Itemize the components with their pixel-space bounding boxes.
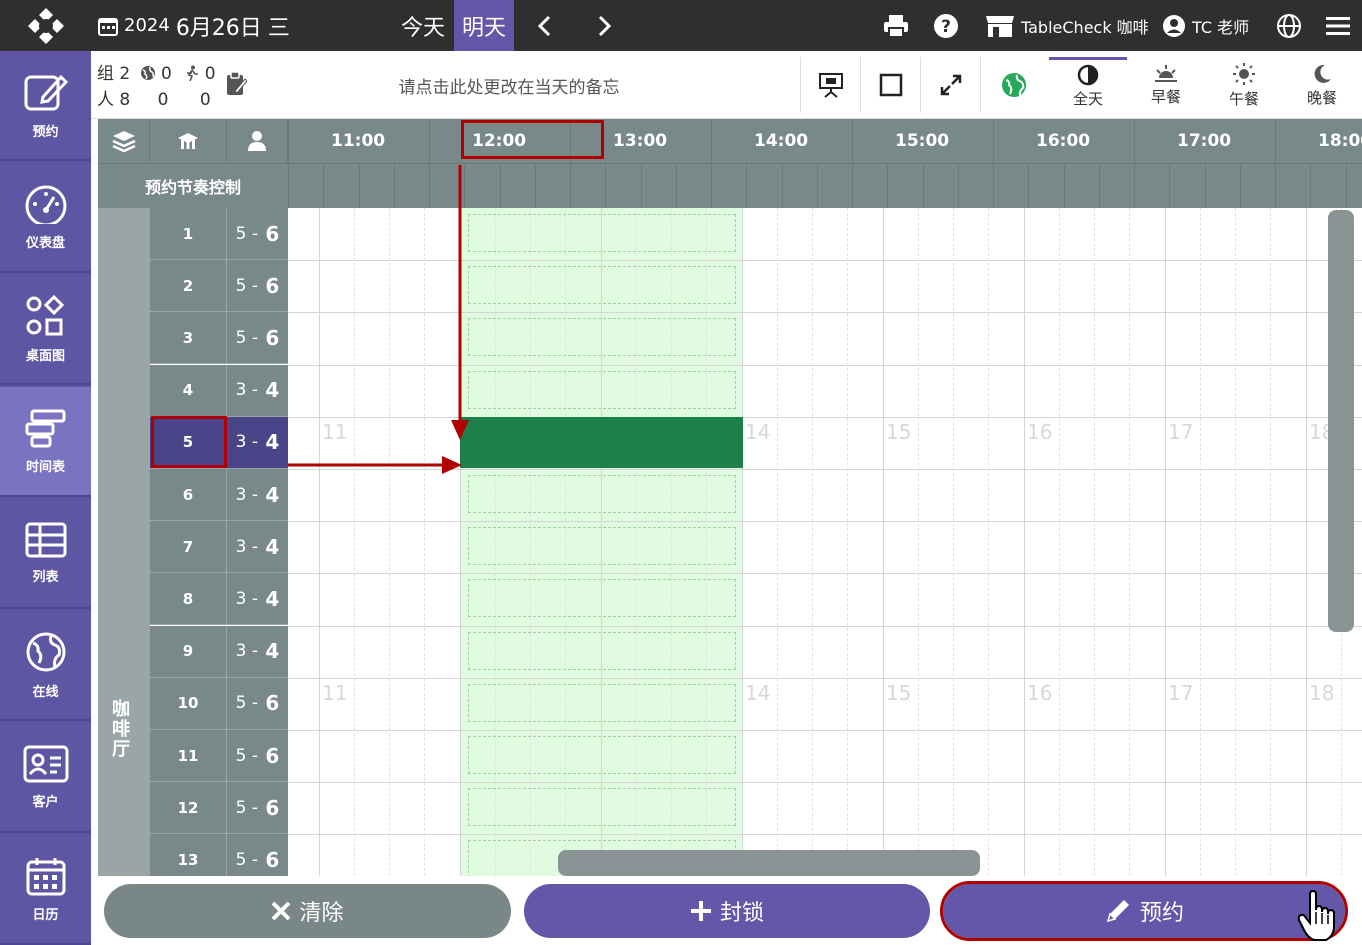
- block-button[interactable]: 封锁: [524, 884, 930, 938]
- clear-button[interactable]: 清除: [104, 884, 511, 938]
- plus-icon: [690, 901, 711, 921]
- hand-cursor-icon: [1297, 890, 1335, 941]
- book-reservation-button[interactable]: 预约: [940, 881, 1348, 941]
- bottom-action-bar: 清除 封锁 预约: [91, 876, 1362, 945]
- close-icon: [272, 901, 291, 921]
- pencil-icon: [1106, 900, 1129, 923]
- annotation-arrows: [288, 165, 469, 474]
